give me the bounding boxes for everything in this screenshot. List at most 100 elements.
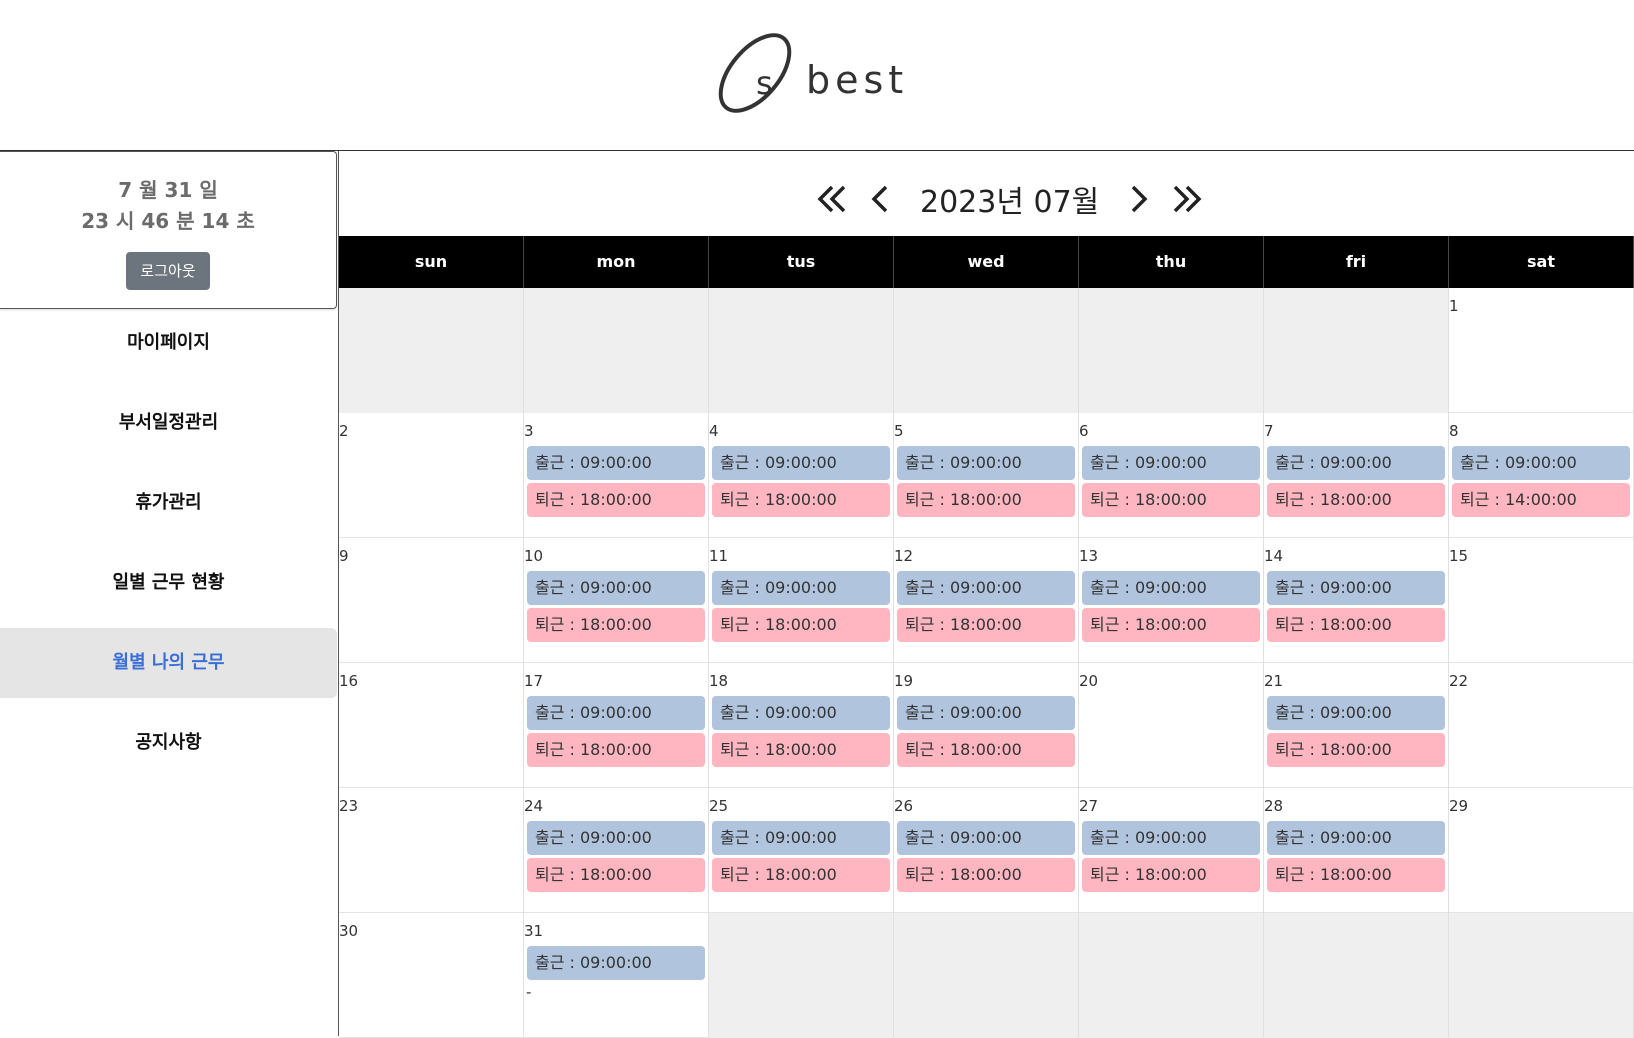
check-in-badge: 출근 : 09:00:00 <box>897 696 1075 730</box>
calendar-day-cell[interactable]: 6 출근 : 09:00:00 퇴근 : 18:00:00 <box>1079 413 1264 538</box>
clock-panel: 7 월 31 일 23 시 46 분 14 초 로그아웃 <box>0 151 337 309</box>
calendar-day-cell[interactable]: 5 출근 : 09:00:00 퇴근 : 18:00:00 <box>894 413 1079 538</box>
calendar-day-cell[interactable]: 11 출근 : 09:00:00 퇴근 : 18:00:00 <box>709 538 894 663</box>
logo[interactable]: s best <box>710 28 903 113</box>
prev-month-icon[interactable] <box>862 179 902 219</box>
check-out-badge: 퇴근 : 18:00:00 <box>1267 858 1445 892</box>
calendar-day-cell[interactable]: 8 출근 : 09:00:00 퇴근 : 14:00:00 <box>1449 413 1634 538</box>
calendar-day-cell[interactable]: 29 <box>1449 788 1634 913</box>
day-number: 8 <box>1449 422 1459 440</box>
calendar-day-cell[interactable]: 23 <box>339 788 524 913</box>
calendar-day-cell[interactable]: 26 출근 : 09:00:00 퇴근 : 18:00:00 <box>894 788 1079 913</box>
calendar-day-cell[interactable]: 15 <box>1449 538 1634 663</box>
day-number: 10 <box>524 547 544 565</box>
check-in-badge: 출근 : 09:00:00 <box>712 821 890 855</box>
check-in-badge: 출근 : 09:00:00 <box>527 571 705 605</box>
calendar-day-cell[interactable]: 27 출근 : 09:00:00 퇴근 : 18:00:00 <box>1079 788 1264 913</box>
calendar-empty-cell <box>1079 913 1264 1038</box>
day-number: 1 <box>1449 297 1459 315</box>
weekday-header: sun mon tus wed thu fri sat <box>339 236 1634 288</box>
day-number: 4 <box>709 422 719 440</box>
calendar-day-cell[interactable]: 18 출근 : 09:00:00 퇴근 : 18:00:00 <box>709 663 894 788</box>
calendar-day-cell[interactable]: 3 출근 : 09:00:00 퇴근 : 18:00:00 <box>524 413 709 538</box>
calendar-day-cell[interactable]: 19 출근 : 09:00:00 퇴근 : 18:00:00 <box>894 663 1079 788</box>
day-number: 29 <box>1449 797 1469 815</box>
weekday-thu: thu <box>1079 236 1264 288</box>
first-month-icon[interactable] <box>814 179 854 219</box>
calendar-day-cell[interactable]: 12 출근 : 09:00:00 퇴근 : 18:00:00 <box>894 538 1079 663</box>
check-out-badge: 퇴근 : 18:00:00 <box>897 858 1075 892</box>
day-number: 12 <box>894 547 914 565</box>
check-out-badge: 퇴근 : 18:00:00 <box>897 733 1075 767</box>
check-out-badge: 퇴근 : 18:00:00 <box>712 858 890 892</box>
calendar-day-cell[interactable]: 20 <box>1079 663 1264 788</box>
check-in-badge: 출근 : 09:00:00 <box>1082 446 1260 480</box>
sidebar-item-monthly-work[interactable]: 월별 나의 근무 <box>0 628 337 698</box>
day-number: 3 <box>524 422 534 440</box>
day-number: 28 <box>1264 797 1284 815</box>
check-in-badge: 출근 : 09:00:00 <box>897 571 1075 605</box>
next-month-icon[interactable] <box>1117 179 1157 219</box>
calendar-empty-cell <box>1079 288 1264 413</box>
calendar-day-cell[interactable]: 28 출근 : 09:00:00 퇴근 : 18:00:00 <box>1264 788 1449 913</box>
sidebar-item-mypage[interactable]: 마이페이지 <box>0 308 337 378</box>
check-out-badge: 퇴근 : 18:00:00 <box>712 483 890 517</box>
calendar-week-row: 2 3 출근 : 09:00:00 퇴근 : 18:00:00 4 출근 : 09:00:… <box>339 413 1634 538</box>
check-in-badge: 출근 : 09:00:00 <box>1267 696 1445 730</box>
calendar-day-cell[interactable]: 31 출근 : 09:00:00 - <box>524 913 709 1038</box>
calendar-day-cell[interactable]: 13 출근 : 09:00:00 퇴근 : 18:00:00 <box>1079 538 1264 663</box>
calendar-day-cell[interactable]: 7 출근 : 09:00:00 퇴근 : 18:00:00 <box>1264 413 1449 538</box>
calendar-day-cell[interactable]: 22 <box>1449 663 1634 788</box>
calendar-day-cell[interactable]: 9 <box>339 538 524 663</box>
sidebar-item-daily-status[interactable]: 일별 근무 현황 <box>0 548 337 618</box>
sidebar-item-vacation[interactable]: 휴가관리 <box>0 468 337 538</box>
check-out-badge: 퇴근 : 18:00:00 <box>527 483 705 517</box>
check-in-badge: 출근 : 09:00:00 <box>527 446 705 480</box>
check-in-badge: 출근 : 09:00:00 <box>1082 571 1260 605</box>
day-number: 24 <box>524 797 544 815</box>
day-number: 19 <box>894 672 914 690</box>
calendar-day-cell[interactable]: 2 <box>339 413 524 538</box>
logo-mark-icon <box>718 33 792 113</box>
calendar-day-cell[interactable]: 16 <box>339 663 524 788</box>
check-out-badge: 퇴근 : 18:00:00 <box>527 858 705 892</box>
logo-text: best <box>806 58 909 102</box>
calendar-day-cell[interactable]: 4 출근 : 09:00:00 퇴근 : 18:00:00 <box>709 413 894 538</box>
check-in-badge: 출근 : 09:00:00 <box>897 446 1075 480</box>
calendar-day-cell[interactable]: 25 출근 : 09:00:00 퇴근 : 18:00:00 <box>709 788 894 913</box>
page-header: s best <box>0 0 1634 151</box>
day-number: 25 <box>709 797 729 815</box>
sidebar-item-department-schedule[interactable]: 부서일정관리 <box>0 388 337 458</box>
logo-mark-letter: s <box>756 64 773 102</box>
calendar-day-cell[interactable]: 14 출근 : 09:00:00 퇴근 : 18:00:00 <box>1264 538 1449 663</box>
calendar-week-row: 30 31 출근 : 09:00:00 - <box>339 913 1634 1038</box>
check-out-badge: 퇴근 : 18:00:00 <box>1267 733 1445 767</box>
calendar-week-row: 1 <box>339 288 1634 413</box>
day-number: 26 <box>894 797 914 815</box>
day-number: 21 <box>1264 672 1284 690</box>
calendar-day-cell[interactable]: 24 출근 : 09:00:00 퇴근 : 18:00:00 <box>524 788 709 913</box>
calendar-day-cell[interactable]: 1 <box>1449 288 1634 413</box>
day-number: 7 <box>1264 422 1274 440</box>
calendar-empty-cell <box>339 288 524 413</box>
calendar-empty-cell <box>1264 288 1449 413</box>
calendar-day-cell[interactable]: 10 출근 : 09:00:00 퇴근 : 18:00:00 <box>524 538 709 663</box>
calendar-day-cell[interactable]: 30 <box>339 913 524 1038</box>
calendar-empty-cell <box>1264 913 1449 1038</box>
day-number: 9 <box>339 547 349 565</box>
sidebar-item-notice[interactable]: 공지사항 <box>0 708 337 778</box>
last-month-icon[interactable] <box>1165 179 1205 219</box>
check-out-badge: 퇴근 : 14:00:00 <box>1452 483 1630 517</box>
day-number: 22 <box>1449 672 1469 690</box>
weekday-tue: tus <box>709 236 894 288</box>
clock-time: 23 시 46 분 14 초 <box>81 209 255 233</box>
calendar-day-cell[interactable]: 17 출근 : 09:00:00 퇴근 : 18:00:00 <box>524 663 709 788</box>
check-out-badge: 퇴근 : 18:00:00 <box>1267 608 1445 642</box>
calendar-day-cell[interactable]: 21 출근 : 09:00:00 퇴근 : 18:00:00 <box>1264 663 1449 788</box>
logout-button[interactable]: 로그아웃 <box>126 252 210 290</box>
calendar-empty-cell <box>709 913 894 1038</box>
calendar-empty-cell <box>524 288 709 413</box>
check-out-badge: 퇴근 : 18:00:00 <box>897 608 1075 642</box>
check-in-badge: 출근 : 09:00:00 <box>1452 446 1630 480</box>
month-title: 2023년 07월 <box>920 185 1100 220</box>
